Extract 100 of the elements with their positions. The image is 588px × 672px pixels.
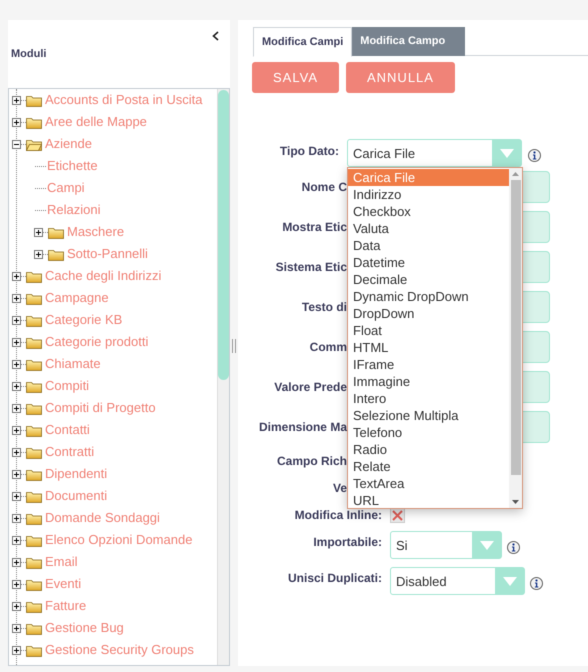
- expand-icon[interactable]: [12, 646, 21, 654]
- tree-item[interactable]: Gestione Bug: [45, 618, 124, 638]
- expand-icon[interactable]: [12, 316, 21, 324]
- dropdown-option[interactable]: Decimale: [348, 271, 509, 288]
- expand-icon[interactable]: [12, 118, 21, 126]
- dropdown-option[interactable]: URL: [348, 492, 509, 509]
- cancel-button[interactable]: ANNULLA: [346, 62, 455, 93]
- chevron-left-icon[interactable]: [212, 31, 219, 41]
- tree-item[interactable]: Aree delle Mappe: [45, 112, 147, 132]
- dropdown-option[interactable]: Immagine: [348, 373, 509, 390]
- dropdown-option[interactable]: Float: [348, 322, 509, 339]
- folder-icon: [26, 556, 42, 568]
- folder-icon: [26, 468, 42, 480]
- dropdown-option[interactable]: Telefono: [348, 424, 509, 441]
- tree-item[interactable]: Contratti: [45, 442, 94, 462]
- select-field[interactable]: Si: [390, 531, 502, 559]
- expand-icon[interactable]: [12, 272, 21, 280]
- resize-handle-icon[interactable]: [232, 339, 236, 353]
- tree-item[interactable]: Categorie KB: [45, 310, 122, 330]
- expand-icon[interactable]: [12, 536, 21, 544]
- expand-icon[interactable]: [12, 96, 21, 104]
- dropdown-option[interactable]: Dynamic DropDown: [348, 288, 509, 305]
- dropdown-option[interactable]: DropDown: [348, 305, 509, 322]
- expand-icon[interactable]: [12, 426, 21, 434]
- field-label: Importabile:: [312, 534, 382, 551]
- tree-item[interactable]: Sotto-Pannelli: [67, 244, 148, 264]
- dropdown-arrow-icon: [502, 576, 516, 586]
- scrollbar-thumb[interactable]: [510, 180, 520, 475]
- info-icon[interactable]: [507, 541, 520, 554]
- field-label: Sistema Etic: [274, 259, 347, 276]
- expand-icon[interactable]: [12, 404, 21, 412]
- dropdown-option[interactable]: TextArea: [348, 475, 509, 492]
- tree-item[interactable]: Contatti: [45, 420, 90, 440]
- expand-icon[interactable]: [12, 624, 21, 632]
- dropdown-option[interactable]: Relate: [348, 458, 509, 475]
- dropdown-option[interactable]: Datetime: [348, 254, 509, 271]
- expand-icon[interactable]: [34, 250, 43, 258]
- dropdown-option[interactable]: Intero: [348, 390, 509, 407]
- info-icon[interactable]: [528, 149, 541, 162]
- expand-icon[interactable]: [12, 338, 21, 346]
- expand-icon[interactable]: [12, 514, 21, 522]
- dropdown-option[interactable]: Indirizzo: [348, 186, 509, 203]
- field-label: Testo di: [300, 299, 347, 316]
- scrollbar[interactable]: [509, 168, 522, 508]
- expand-icon[interactable]: [12, 360, 21, 368]
- field-label: Ve: [332, 480, 347, 496]
- select-field[interactable]: Carica File: [347, 139, 522, 167]
- tree-item[interactable]: Fatture: [45, 596, 86, 616]
- folder-icon: [26, 600, 42, 612]
- tab[interactable]: Modifica Campi: [253, 27, 352, 57]
- expand-icon[interactable]: [12, 470, 21, 478]
- tree-item[interactable]: Compiti di Progetto: [45, 398, 156, 418]
- tree-item[interactable]: Email: [45, 552, 78, 572]
- tree-item[interactable]: Chiamate: [45, 354, 101, 374]
- tree-item[interactable]: Maschere: [67, 222, 124, 242]
- dropdown-option[interactable]: Data: [348, 237, 509, 254]
- dropdown-arrow-icon: [500, 148, 514, 158]
- folder-icon: [26, 94, 42, 106]
- tree-item[interactable]: Categorie prodotti: [45, 332, 148, 352]
- save-button[interactable]: SALVA: [252, 62, 339, 93]
- tree-item[interactable]: Accounts di Posta in Uscita: [45, 90, 203, 110]
- folder-icon: [26, 512, 42, 524]
- expand-icon[interactable]: [12, 558, 21, 566]
- tree-item[interactable]: Domande Sondaggi: [45, 508, 160, 528]
- tree-item[interactable]: Relazioni: [47, 200, 100, 220]
- expand-icon[interactable]: [12, 580, 21, 588]
- tree-item[interactable]: Compiti: [45, 376, 90, 396]
- field-label: Nome C: [300, 179, 347, 196]
- collapse-icon[interactable]: [12, 140, 21, 148]
- expand-icon[interactable]: [12, 492, 21, 500]
- scrollbar[interactable]: [217, 89, 229, 665]
- folder-icon: [26, 402, 42, 414]
- dropdown-option[interactable]: Valuta: [348, 220, 509, 237]
- expand-icon[interactable]: [12, 448, 21, 456]
- dropdown-option[interactable]: Carica File: [348, 169, 509, 186]
- tree-item[interactable]: Aziende: [45, 134, 92, 154]
- select-field[interactable]: Disabled: [390, 567, 525, 595]
- dropdown-option[interactable]: Selezione Multipla: [348, 407, 509, 424]
- dropdown-option[interactable]: IFrame: [348, 356, 509, 373]
- expand-icon[interactable]: [12, 602, 21, 610]
- tree-item[interactable]: Gestione Security Groups: [45, 640, 194, 660]
- tree-item[interactable]: Etichette: [47, 156, 98, 176]
- info-icon[interactable]: [530, 577, 543, 590]
- expand-icon[interactable]: [12, 294, 21, 302]
- field-label: Dimensione Ma: [258, 419, 347, 436]
- tab[interactable]: Modifica Campo: [352, 27, 466, 56]
- dropdown-option[interactable]: Checkbox: [348, 203, 509, 220]
- tree-item[interactable]: Eventi: [45, 574, 82, 594]
- dropdown-option[interactable]: HTML: [348, 339, 509, 356]
- expand-icon[interactable]: [34, 228, 43, 236]
- tree-item[interactable]: Dipendenti: [45, 464, 108, 484]
- tree-item[interactable]: Cache degli Indirizzi: [45, 266, 162, 286]
- tree-item[interactable]: Campagne: [45, 288, 109, 308]
- scrollbar-thumb[interactable]: [218, 90, 229, 380]
- expand-icon[interactable]: [12, 382, 21, 390]
- dropdown-option[interactable]: Radio: [348, 441, 509, 458]
- tree-item[interactable]: Documenti: [45, 486, 108, 506]
- tree-item[interactable]: Campi: [47, 178, 85, 198]
- folder-icon: [26, 578, 42, 590]
- tree-item[interactable]: Elenco Opzioni Domande: [45, 530, 192, 550]
